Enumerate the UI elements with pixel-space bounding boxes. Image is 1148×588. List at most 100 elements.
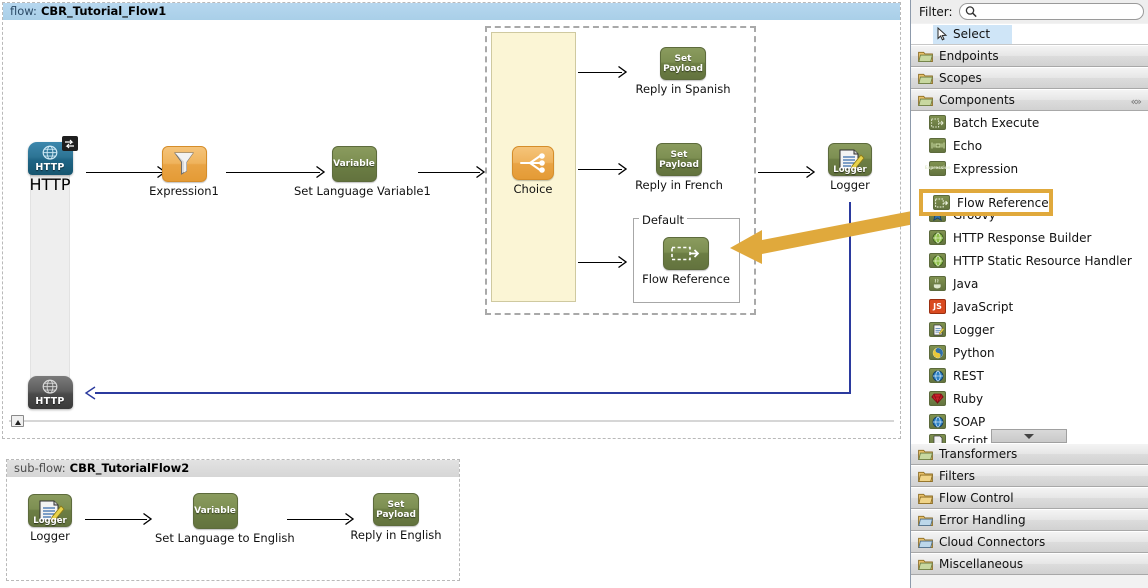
node-reply-in-english[interactable]: SetPayload Reply in English bbox=[336, 493, 456, 542]
palette-item-http-static-resource-handler-label: HTTP Static Resource Handler bbox=[953, 254, 1132, 268]
node-reply-in-french[interactable]: SetPayload Reply in French bbox=[619, 143, 739, 192]
node-flow-reference[interactable]: Flow Reference bbox=[626, 237, 746, 286]
flow1-name-label: CBR_Tutorial_Flow1 bbox=[41, 4, 166, 18]
globe-icon bbox=[932, 232, 944, 244]
http-inbound-icon-text: HTTP bbox=[35, 162, 64, 175]
subflow1-header: sub-flow: CBR_TutorialFlow2 bbox=[7, 460, 459, 477]
node-set-language-variable1[interactable]: Variable Set Language Variable1 bbox=[294, 146, 414, 198]
default-route-label: Default bbox=[639, 214, 687, 226]
connector-logger-return-vertical bbox=[849, 202, 851, 393]
java-cup-icon bbox=[932, 278, 943, 290]
logger-icon[interactable]: Logger bbox=[828, 143, 872, 176]
palette-group-endpoints-label: Endpoints bbox=[939, 49, 999, 63]
palette-item-rest[interactable]: REST bbox=[911, 364, 1148, 387]
palette-item-batch-execute[interactable]: Batch Execute bbox=[911, 111, 1148, 134]
palette-item-echo-label: Echo bbox=[953, 139, 982, 153]
palette-item-javascript[interactable]: JS JavaScript bbox=[911, 295, 1148, 318]
palette-group-endpoints[interactable]: Endpoints bbox=[911, 45, 1148, 67]
flow-reference-icon[interactable] bbox=[663, 237, 709, 270]
palette-group-cloud-connectors[interactable]: Cloud Connectors bbox=[911, 531, 1148, 553]
variable-icon-text: Variable bbox=[194, 506, 236, 516]
palette-item-flow-reference[interactable]: Flow Reference bbox=[923, 193, 1049, 212]
flow1-error-handling-expander[interactable] bbox=[11, 415, 24, 427]
mule-palette[interactable]: Filter: Select bbox=[910, 0, 1148, 588]
set-payload-icon[interactable]: SetPayload bbox=[373, 493, 419, 526]
collapse-all-icon[interactable]: «» bbox=[1131, 95, 1140, 108]
palette-item-flow-reference-highlight[interactable]: Flow Reference bbox=[919, 189, 1053, 216]
soap-globe-icon bbox=[929, 414, 946, 429]
palette-item-java[interactable]: Java bbox=[911, 272, 1148, 295]
arrowhead-icon bbox=[143, 513, 152, 525]
filter-input[interactable] bbox=[977, 4, 1143, 19]
folder-icon bbox=[918, 50, 933, 62]
filter-search-box[interactable] bbox=[959, 3, 1144, 20]
node-set-language-to-english[interactable]: Variable Set Language to English bbox=[155, 493, 275, 545]
globe-icon bbox=[932, 255, 944, 267]
palette-item-http-response-builder[interactable]: HTTP Response Builder bbox=[911, 226, 1148, 249]
subflow1-kind-label: sub-flow: bbox=[14, 461, 66, 475]
palette-item-expression[interactable]: Expression Expression bbox=[911, 157, 1148, 180]
folder-icon bbox=[918, 470, 933, 482]
ruby-gem-icon bbox=[929, 391, 946, 406]
expression-filter-icon[interactable] bbox=[162, 146, 207, 182]
set-payload-icon[interactable]: SetPayload bbox=[660, 47, 706, 80]
palette-item-ruby[interactable]: Ruby bbox=[911, 387, 1148, 410]
palette-group-cloud-connectors-label: Cloud Connectors bbox=[939, 535, 1045, 549]
node-logger[interactable]: Logger Logger bbox=[790, 143, 910, 192]
node-reply-in-spanish[interactable]: SetPayload Reply in Spanish bbox=[623, 47, 743, 96]
palette-group-scopes[interactable]: Scopes bbox=[911, 67, 1148, 89]
select-tool-button[interactable]: Select bbox=[933, 25, 1012, 44]
flow1-header: flow:CBR_Tutorial_Flow1 bbox=[3, 3, 900, 20]
palette-group-transformers[interactable]: Transformers bbox=[911, 443, 1148, 465]
dashed-box-arrow-icon bbox=[671, 245, 701, 262]
palette-group-flow-control-label: Flow Control bbox=[939, 491, 1014, 505]
http-inbound-endpoint-icon[interactable]: HTTP bbox=[28, 142, 73, 175]
globe-icon bbox=[932, 416, 944, 428]
palette-group-components[interactable]: Components «» bbox=[911, 89, 1148, 111]
palette-group-miscellaneous[interactable]: Miscellaneous bbox=[911, 553, 1148, 575]
connector-logger-return-horizontal bbox=[95, 392, 851, 394]
logger-icon[interactable]: Logger bbox=[28, 494, 72, 527]
variable-icon[interactable]: Variable bbox=[332, 146, 377, 182]
palette-item-python[interactable]: Python bbox=[911, 341, 1148, 364]
node-subflow-logger-label: Logger bbox=[0, 530, 110, 543]
palette-scroll-area[interactable]: Select Endpoints Scopes bbox=[911, 24, 1148, 588]
subflow1-name-label: CBR_TutorialFlow2 bbox=[70, 461, 190, 475]
palette-item-echo[interactable]: Echo bbox=[911, 134, 1148, 157]
palette-item-soap-label: SOAP bbox=[953, 415, 985, 429]
palette-item-flow-reference-label: Flow Reference bbox=[957, 196, 1049, 210]
palette-select-row[interactable]: Select bbox=[911, 24, 1148, 45]
node-http-outbound[interactable]: HTTP bbox=[0, 376, 110, 409]
dashed-box-arrow-icon bbox=[935, 198, 948, 208]
palette-group-flow-control[interactable]: Flow Control bbox=[911, 487, 1148, 509]
http-outbound-icon-text: HTTP bbox=[35, 396, 64, 409]
choice-router-icon[interactable] bbox=[512, 146, 554, 180]
palette-scroll-down-button[interactable] bbox=[991, 429, 1067, 443]
folder-icon bbox=[918, 94, 933, 106]
flow-canvas[interactable]: flow:CBR_Tutorial_Flow1 Default HTTP bbox=[0, 0, 910, 588]
set-payload-icon[interactable]: SetPayload bbox=[656, 143, 702, 176]
palette-group-scopes-label: Scopes bbox=[939, 71, 982, 85]
palette-item-http-static-resource-handler[interactable]: HTTP Static Resource Handler bbox=[911, 249, 1148, 272]
palette-item-logger[interactable]: Logger bbox=[911, 318, 1148, 341]
java-icon bbox=[929, 276, 946, 291]
palette-group-miscellaneous-label: Miscellaneous bbox=[939, 557, 1023, 571]
palette-components-list[interactable]: Batch Execute Echo bbox=[911, 111, 1148, 443]
gem-icon bbox=[931, 393, 944, 404]
flow1-error-handling-strip bbox=[9, 420, 894, 422]
palette-item-batch-execute-label: Batch Execute bbox=[953, 116, 1039, 130]
folder-icon bbox=[918, 514, 933, 526]
flow-container-flow1[interactable]: flow:CBR_Tutorial_Flow1 bbox=[2, 2, 901, 439]
globe-icon bbox=[41, 145, 59, 162]
node-choice[interactable]: Choice bbox=[473, 146, 593, 196]
folder-icon bbox=[918, 448, 933, 460]
http-outbound-endpoint-icon[interactable]: HTTP bbox=[28, 376, 73, 409]
palette-group-error-handling[interactable]: Error Handling bbox=[911, 509, 1148, 531]
http-inbound-tail bbox=[30, 175, 70, 390]
node-http-inbound[interactable]: HTTP HTTP bbox=[0, 142, 110, 194]
palette-item-java-label: Java bbox=[953, 277, 978, 291]
connector-choice-branch-default bbox=[578, 262, 622, 263]
palette-group-filters[interactable]: Filters bbox=[911, 465, 1148, 487]
variable-icon[interactable]: Variable bbox=[193, 493, 238, 529]
connector-variable-to-choice bbox=[418, 172, 480, 173]
